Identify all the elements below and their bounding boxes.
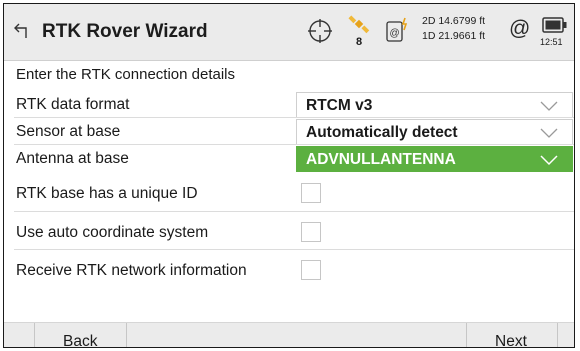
precision-2d: 2D 14.6799 ft (422, 15, 486, 27)
antenna-at-base-label: Antenna at base (16, 150, 129, 167)
satellite-icon[interactable] (347, 14, 371, 34)
chevron-down-icon (540, 101, 558, 111)
title-bar: RTK Rover Wizard 8 @ 2D 14.6799 ft 1D 21… (4, 4, 574, 61)
antenna-at-base-value: ADVNULLANTENNA (306, 151, 456, 168)
auto-coordinate-checkbox[interactable] (301, 222, 321, 242)
next-button[interactable]: Next (466, 323, 558, 348)
clock: 12:51 (540, 37, 563, 47)
chevron-down-icon (540, 128, 558, 138)
app-window: RTK Rover Wizard 8 @ 2D 14.6799 ft 1D 21… (3, 3, 575, 348)
auto-coordinate-label: Use auto coordinate system (16, 224, 209, 241)
network-info-label: Receive RTK network information (16, 262, 247, 279)
back-button[interactable]: Back (34, 323, 127, 348)
svg-text:@: @ (390, 28, 400, 39)
unique-id-checkbox[interactable] (301, 183, 321, 203)
sensor-at-base-row: Sensor at base Automatically detect (4, 118, 574, 145)
antenna-at-base-row: Antenna at base ADVNULLANTENNA (4, 145, 574, 172)
gps-crosshair-icon[interactable] (307, 18, 333, 44)
sensor-at-base-dropdown[interactable]: Automatically detect (296, 119, 573, 145)
back-arrow-icon[interactable] (12, 20, 32, 42)
precision-readout: 2D 14.6799 ft 1D 21.9661 ft (422, 14, 485, 44)
precision-1d: 1D 21.9661 ft (422, 30, 486, 42)
rtk-data-format-dropdown[interactable]: RTCM v3 (296, 92, 573, 118)
unique-id-row: RTK base has a unique ID (4, 172, 574, 212)
network-info-checkbox[interactable] (301, 260, 321, 280)
rtk-data-format-row: RTK data format RTCM v3 (4, 91, 574, 118)
antenna-at-base-dropdown[interactable]: ADVNULLANTENNA (296, 146, 573, 172)
rtk-data-format-label: RTK data format (16, 96, 130, 113)
chevron-down-icon (540, 155, 558, 166)
internet-at-icon[interactable]: @ (509, 17, 530, 41)
unique-id-label: RTK base has a unique ID (16, 185, 198, 202)
satellite-count: 8 (356, 36, 363, 48)
rtk-data-format-value: RTCM v3 (306, 97, 373, 114)
footer-bar: Back Next (4, 322, 574, 348)
back-button-label: Back (63, 333, 98, 348)
auto-coordinate-row: Use auto coordinate system (4, 212, 574, 250)
network-info-row: Receive RTK network information (4, 250, 574, 288)
section-title: Enter the RTK connection details (16, 66, 236, 83)
sensor-at-base-label: Sensor at base (16, 123, 121, 140)
page-title: RTK Rover Wizard (42, 21, 208, 42)
sensor-at-base-value: Automatically detect (306, 124, 458, 141)
next-button-label: Next (495, 333, 527, 348)
radio-link-icon[interactable]: @ (384, 16, 410, 44)
battery-icon[interactable] (542, 16, 568, 34)
